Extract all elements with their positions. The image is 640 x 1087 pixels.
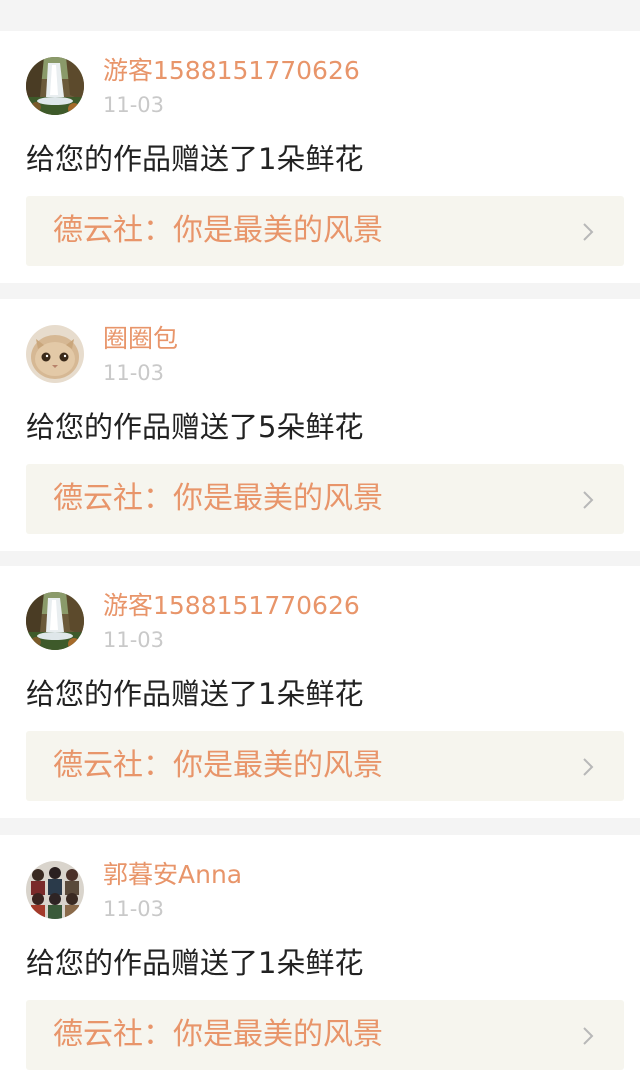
username[interactable]: 游客1588151770626 [103,590,360,622]
notification-card: 郭暮安Anna 11-03 给您的作品赠送了1朵鲜花 德云社：你是最美的风景 [0,835,640,1087]
timestamp: 11-03 [103,628,165,652]
notification-card: 游客1588151770626 11-03 给您的作品赠送了1朵鲜花 德云社：你… [0,31,640,283]
work-link[interactable]: 德云社：你是最美的风景 [26,731,624,801]
work-title: 德云社：你是最美的风景 [53,1017,383,1052]
chevron-right-icon [582,1026,594,1046]
notification-feed: 游客1588151770626 11-03 给您的作品赠送了1朵鲜花 德云社：你… [0,0,640,1087]
timestamp: 11-03 [103,361,165,385]
work-title: 德云社：你是最美的风景 [53,481,383,516]
work-title: 德云社：你是最美的风景 [53,748,383,783]
username[interactable]: 游客1588151770626 [103,55,360,87]
work-link[interactable]: 德云社：你是最美的风景 [26,196,624,266]
work-link[interactable]: 德云社：你是最美的风景 [26,1000,624,1070]
timestamp: 11-03 [103,897,165,921]
user-avatar[interactable] [26,325,84,383]
user-avatar[interactable] [26,57,84,115]
chevron-right-icon [582,222,594,242]
username[interactable]: 圈圈包 [103,323,178,355]
work-title: 德云社：你是最美的风景 [53,213,383,248]
user-avatar[interactable] [26,592,84,650]
gift-message: 给您的作品赠送了5朵鲜花 [26,410,364,444]
kitten-avatar-icon [26,325,84,383]
username[interactable]: 郭暮安Anna [103,859,242,891]
notification-card: 游客1588151770626 11-03 给您的作品赠送了1朵鲜花 德云社：你… [0,566,640,818]
waterfall-avatar-icon [26,57,84,115]
gift-message: 给您的作品赠送了1朵鲜花 [26,142,364,176]
gift-message: 给您的作品赠送了1朵鲜花 [26,946,364,980]
work-link[interactable]: 德云社：你是最美的风景 [26,464,624,534]
timestamp: 11-03 [103,93,165,117]
user-avatar[interactable] [26,861,84,919]
chevron-right-icon [582,490,594,510]
notification-card: 圈圈包 11-03 给您的作品赠送了5朵鲜花 德云社：你是最美的风景 [0,299,640,551]
gift-message: 给您的作品赠送了1朵鲜花 [26,677,364,711]
group-photo-avatar-icon [26,861,84,919]
chevron-right-icon [582,757,594,777]
waterfall-avatar-icon [26,592,84,650]
